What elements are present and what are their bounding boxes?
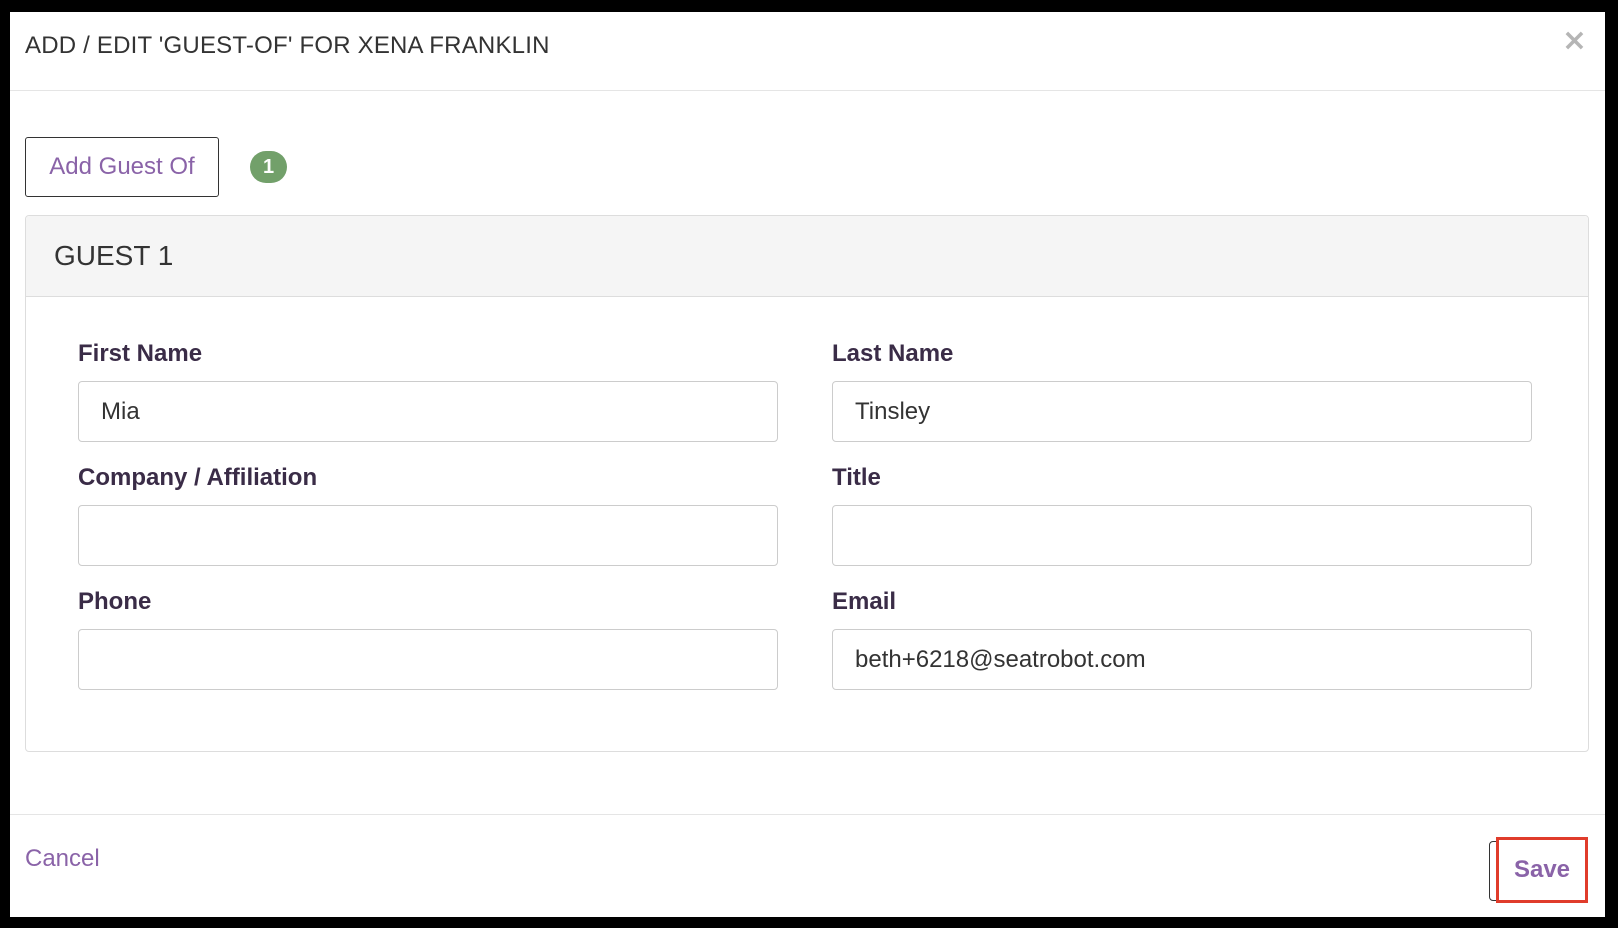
modal-footer: Cancel Save xyxy=(10,814,1605,917)
company-affiliation-input[interactable] xyxy=(78,505,778,566)
title-label: Title xyxy=(832,464,881,491)
first-name-label: First Name xyxy=(78,340,203,367)
add-guest-row: Add Guest Of 1 xyxy=(25,137,287,197)
guest-of-modal: ADD / EDIT 'GUEST-OF' FOR XENA FRANKLIN … xyxy=(10,12,1605,917)
modal-title: ADD / EDIT 'GUEST-OF' FOR XENA FRANKLIN xyxy=(25,32,550,59)
guest-panel-title: GUEST 1 xyxy=(54,240,174,271)
first-name-input[interactable] xyxy=(78,381,778,442)
close-icon[interactable]: × xyxy=(1562,26,1587,56)
phone-input[interactable] xyxy=(78,629,778,690)
last-name-input[interactable] xyxy=(832,381,1532,442)
guest-count-badge: 1 xyxy=(250,151,287,183)
email-label: Email xyxy=(832,588,897,615)
add-guest-of-button[interactable]: Add Guest Of xyxy=(25,137,219,197)
cancel-button[interactable]: Cancel xyxy=(25,845,100,873)
last-name-label: Last Name xyxy=(832,340,954,367)
guest-panel-heading: GUEST 1 xyxy=(26,216,1588,297)
phone-label: Phone xyxy=(78,588,152,615)
email-input[interactable] xyxy=(832,629,1532,690)
guest-panel: GUEST 1 First Name Last Name Company / A… xyxy=(25,215,1589,752)
modal-header: ADD / EDIT 'GUEST-OF' FOR XENA FRANKLIN … xyxy=(10,12,1605,91)
company-affiliation-label: Company / Affiliation xyxy=(78,464,318,491)
title-input[interactable] xyxy=(832,505,1532,566)
save-button[interactable]: Save xyxy=(1496,837,1588,903)
